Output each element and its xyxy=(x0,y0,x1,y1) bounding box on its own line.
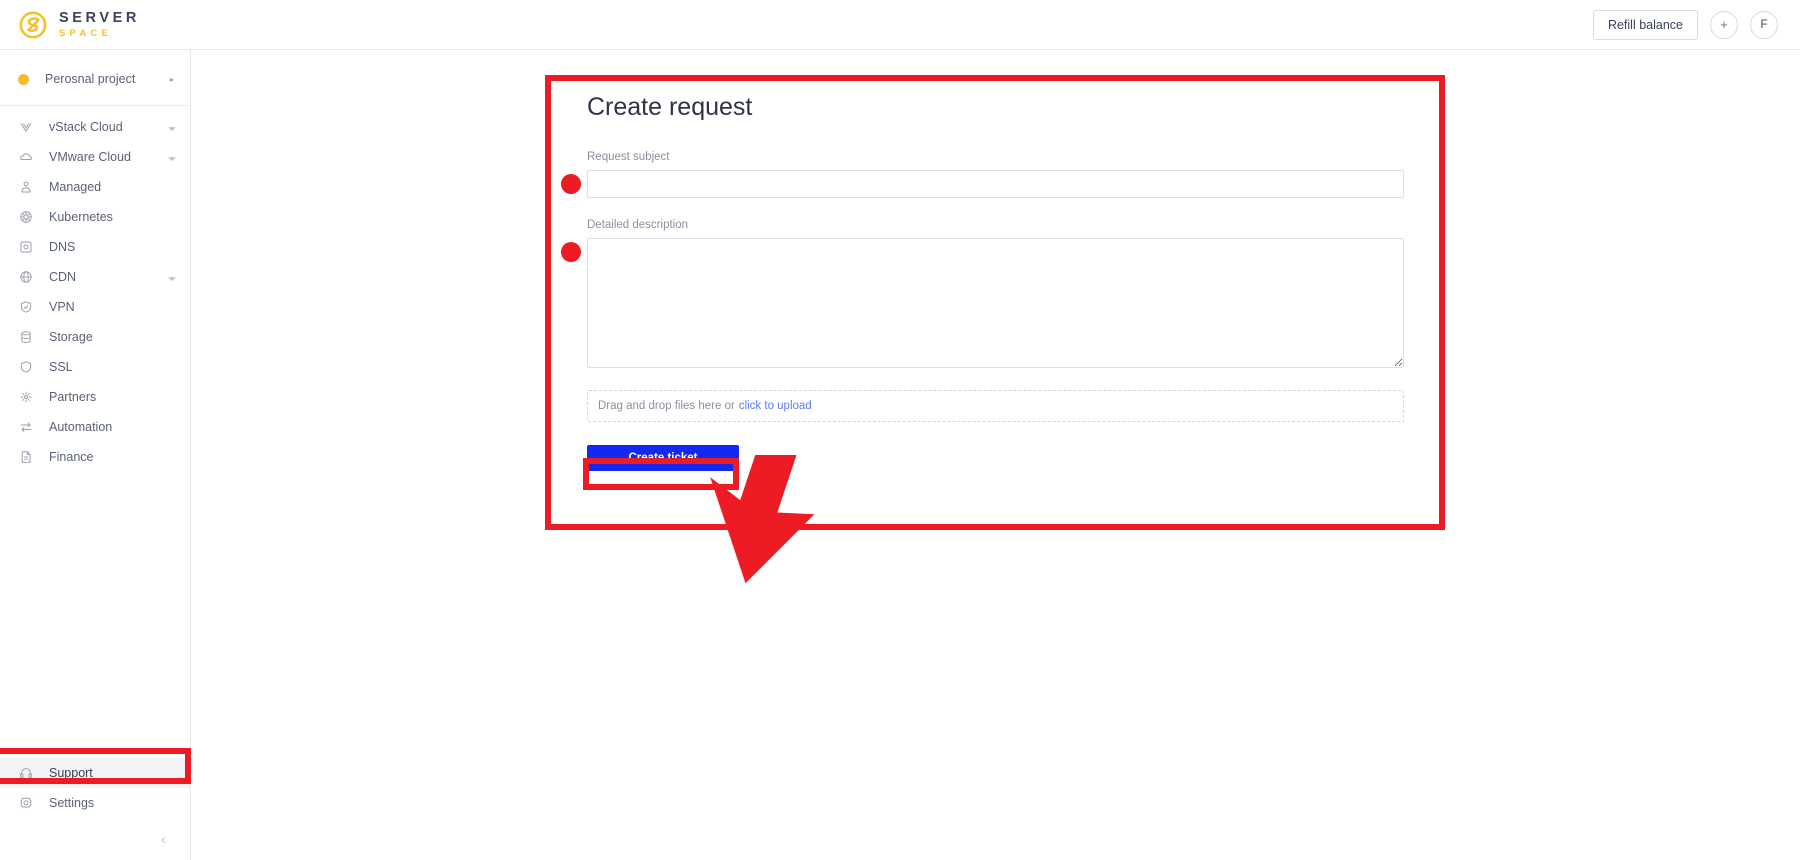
attachment-area: Drag and drop files here or click to upl… xyxy=(545,390,1445,471)
sidebar-item-label: Managed xyxy=(49,180,102,194)
add-button[interactable]: + xyxy=(1710,10,1738,39)
sidebar-item-kubernetes[interactable]: Kubernetes xyxy=(0,202,190,232)
sidebar-collapse-button[interactable]: ‹ xyxy=(0,818,190,860)
sidebar-item-label: Kubernetes xyxy=(49,210,113,224)
brand-name-primary: SERVER xyxy=(59,9,140,26)
vstack-icon xyxy=(18,120,33,135)
create-ticket-button[interactable]: Create ticket xyxy=(587,445,739,471)
serverspace-s-logo-icon xyxy=(18,10,48,40)
finance-icon xyxy=(18,450,33,465)
main-content: Create request Request subject Detailed … xyxy=(191,50,1800,860)
brand-name-secondary: SPACE xyxy=(59,28,113,39)
managed-icon xyxy=(18,180,33,195)
sidebar-item-automation[interactable]: Automation xyxy=(0,412,190,442)
sidebar-item-finance[interactable]: Finance xyxy=(0,442,190,472)
sidebar-item-vpn[interactable]: VPN xyxy=(0,292,190,322)
cloud-icon xyxy=(18,150,33,165)
sidebar-item-label: vStack Cloud xyxy=(49,120,123,134)
sidebar-item-settings[interactable]: Settings xyxy=(0,788,190,818)
create-request-card: Create request Request subject Detailed … xyxy=(545,71,1445,517)
automation-icon xyxy=(18,420,33,435)
partners-icon xyxy=(18,390,33,405)
detailed-description-label: Detailed description xyxy=(587,219,689,231)
sidebar-item-label: Partners xyxy=(49,390,97,404)
sidebar-nav: vStack Cloud ◢ VMware Cloud ◢ Managed Ku… xyxy=(0,112,190,472)
sidebar-item-partners[interactable]: Partners xyxy=(0,382,190,412)
sidebar-item-label: Settings xyxy=(49,796,95,810)
sidebar-item-label: VMware Cloud xyxy=(49,150,131,164)
sidebar-item-label: Automation xyxy=(49,420,113,434)
sidebar-item-label: VPN xyxy=(49,300,75,314)
sidebar-item-label: Storage xyxy=(49,330,93,344)
project-selector[interactable]: Perosnal project ▸ xyxy=(0,61,190,97)
project-status-dot xyxy=(18,73,29,85)
request-subject-label: Request subject xyxy=(587,151,670,163)
sidebar-bottom-nav: Support Settings ‹ xyxy=(0,758,190,860)
avatar[interactable]: F xyxy=(1750,10,1778,39)
gear-icon xyxy=(18,796,33,811)
sidebar-divider xyxy=(0,105,190,106)
sidebar-item-vmware-cloud[interactable]: VMware Cloud ◢ xyxy=(0,142,190,172)
ssl-shield-icon xyxy=(18,360,33,375)
refill-balance-button[interactable]: Refill balance xyxy=(1592,9,1698,40)
top-bar-actions: Refill balance + F xyxy=(1592,9,1778,40)
sidebar-item-label: CDN xyxy=(49,270,77,284)
storage-icon xyxy=(18,330,33,345)
brand-logo[interactable]: SERVER SPACE xyxy=(18,10,140,40)
sidebar: Perosnal project ▸ vStack Cloud ◢ VMware… xyxy=(0,50,191,860)
sidebar-item-support[interactable]: Support xyxy=(0,758,190,788)
request-subject-input[interactable] xyxy=(587,170,1404,198)
dns-icon xyxy=(18,240,33,255)
sidebar-item-label: Support xyxy=(49,766,93,780)
headset-icon xyxy=(18,766,33,781)
vpn-shield-icon xyxy=(18,300,33,315)
detailed-description-textarea[interactable] xyxy=(587,238,1404,368)
app-root: SERVER SPACE Refill balance + F Perosnal… xyxy=(0,0,1800,860)
sidebar-item-managed[interactable]: Managed xyxy=(0,172,190,202)
sidebar-item-label: Finance xyxy=(49,450,94,464)
sidebar-item-dns[interactable]: DNS xyxy=(0,232,190,262)
click-to-upload-link[interactable]: click to upload xyxy=(739,400,812,412)
sidebar-item-label: SSL xyxy=(49,360,73,374)
sidebar-item-storage[interactable]: Storage xyxy=(0,322,190,352)
sidebar-item-cdn[interactable]: CDN ◢ xyxy=(0,262,190,292)
page-title: Create request xyxy=(587,93,753,121)
project-name-label: Perosnal project xyxy=(45,72,136,86)
sidebar-item-ssl[interactable]: SSL xyxy=(0,352,190,382)
detailed-description-field-group: Detailed description xyxy=(545,219,1445,368)
chevron-left-icon: ‹ xyxy=(161,830,166,848)
sidebar-item-label: DNS xyxy=(49,240,76,254)
globe-icon xyxy=(18,270,33,285)
file-dropzone[interactable]: Drag and drop files here or click to upl… xyxy=(587,390,1404,422)
chevron-right-icon: ▸ xyxy=(169,74,174,84)
top-bar: SERVER SPACE Refill balance + F xyxy=(0,0,1800,50)
dropzone-text: Drag and drop files here or xyxy=(598,400,735,412)
kubernetes-icon xyxy=(18,210,33,225)
sidebar-item-vstack-cloud[interactable]: vStack Cloud ◢ xyxy=(0,112,190,142)
request-subject-field-group: Request subject xyxy=(545,151,1445,198)
